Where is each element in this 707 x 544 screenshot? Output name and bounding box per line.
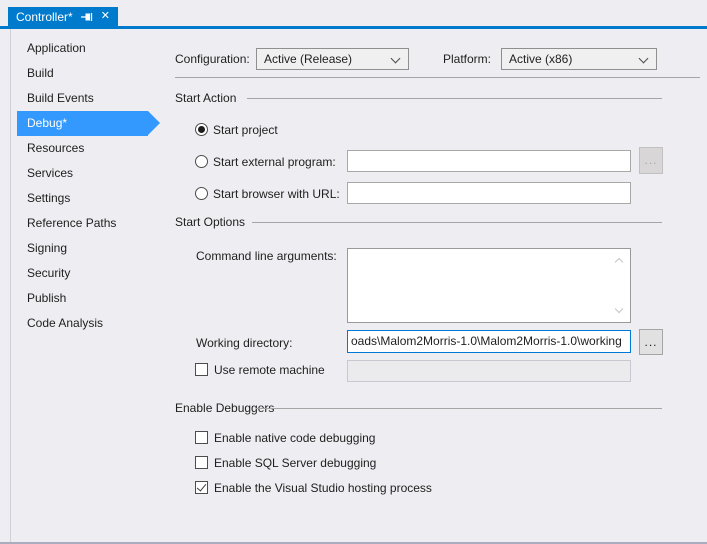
sidebar-item-debug[interactable]: Debug* (17, 111, 148, 136)
radio-start-external-program[interactable] (195, 155, 208, 168)
remote-machine-input (347, 360, 631, 382)
sidebar-item-reference-paths[interactable]: Reference Paths (11, 211, 148, 236)
project-properties-panel: Controller* ✕ Application Build Build Ev… (0, 0, 707, 544)
section-rule (247, 98, 662, 99)
working-directory-label: Working directory: (196, 336, 292, 351)
radio-start-browser-url-label: Start browser with URL: (213, 187, 340, 202)
sidebar-item-application[interactable]: Application (11, 36, 148, 61)
browser-url-value (348, 183, 630, 186)
chevron-down-icon (639, 54, 649, 64)
browse-working-directory-button[interactable]: ... (639, 329, 663, 355)
sidebar-item-build[interactable]: Build (11, 61, 148, 86)
sidebar: Application Build Build Events Debug* Re… (11, 36, 148, 336)
radio-start-browser-url[interactable] (195, 187, 208, 200)
sidebar-item-services[interactable]: Services (11, 161, 148, 186)
external-program-input[interactable] (347, 150, 631, 172)
configuration-label: Configuration: (175, 52, 250, 67)
browser-url-input[interactable] (347, 182, 631, 204)
radio-start-project-label: Start project (213, 123, 278, 138)
configuration-dropdown[interactable]: Active (Release) (256, 48, 409, 70)
sidebar-item-code-analysis[interactable]: Code Analysis (11, 311, 148, 336)
section-rule (252, 222, 662, 223)
checkbox-vs-hosting-process[interactable] (195, 481, 208, 494)
start-options-header: Start Options (175, 215, 245, 230)
sidebar-item-settings[interactable]: Settings (11, 186, 148, 211)
sidebar-item-signing[interactable]: Signing (11, 236, 148, 261)
close-icon[interactable]: ✕ (101, 11, 110, 22)
sidebar-item-publish[interactable]: Publish (11, 286, 148, 311)
browse-external-program-button: ... (639, 147, 663, 174)
config-separator (175, 77, 700, 78)
tab-title: Controller* (16, 10, 73, 24)
platform-dropdown[interactable]: Active (x86) (501, 48, 657, 70)
platform-label: Platform: (443, 52, 491, 67)
remote-machine-value (348, 361, 630, 364)
scroll-up-icon[interactable] (615, 258, 623, 266)
external-program-value (348, 151, 630, 154)
pin-icon[interactable] (80, 10, 94, 24)
checkbox-sql-server-debugging-label: Enable SQL Server debugging (214, 456, 376, 471)
platform-value: Active (x86) (509, 52, 572, 67)
working-directory-input[interactable]: oads\Malom2Morris-1.0\Malom2Morris-1.0\w… (347, 330, 631, 353)
checkbox-use-remote-machine[interactable] (195, 363, 208, 376)
checkbox-vs-hosting-process-label: Enable the Visual Studio hosting process (214, 481, 432, 496)
radio-start-external-program-label: Start external program: (213, 155, 336, 170)
command-line-arguments-input[interactable] (347, 248, 631, 323)
checkbox-native-code-debugging-label: Enable native code debugging (214, 431, 375, 446)
chevron-down-icon (391, 54, 401, 64)
tab-controller[interactable]: Controller* ✕ (8, 7, 118, 26)
scroll-down-icon[interactable] (615, 305, 623, 313)
sidebar-item-build-events[interactable]: Build Events (11, 86, 148, 111)
checkbox-use-remote-machine-label: Use remote machine (214, 363, 325, 378)
sidebar-item-security[interactable]: Security (11, 261, 148, 286)
start-action-header: Start Action (175, 91, 236, 106)
checkbox-native-code-debugging[interactable] (195, 431, 208, 444)
tab-accent-line (0, 26, 707, 29)
command-line-arguments-value (348, 249, 630, 252)
section-rule (256, 408, 662, 409)
command-line-arguments-label: Command line arguments: (196, 249, 337, 264)
checkbox-sql-server-debugging[interactable] (195, 456, 208, 469)
radio-start-project[interactable] (195, 123, 208, 136)
configuration-value: Active (Release) (264, 52, 352, 67)
working-directory-value: oads\Malom2Morris-1.0\Malom2Morris-1.0\w… (348, 331, 630, 349)
sidebar-item-resources[interactable]: Resources (11, 136, 148, 161)
